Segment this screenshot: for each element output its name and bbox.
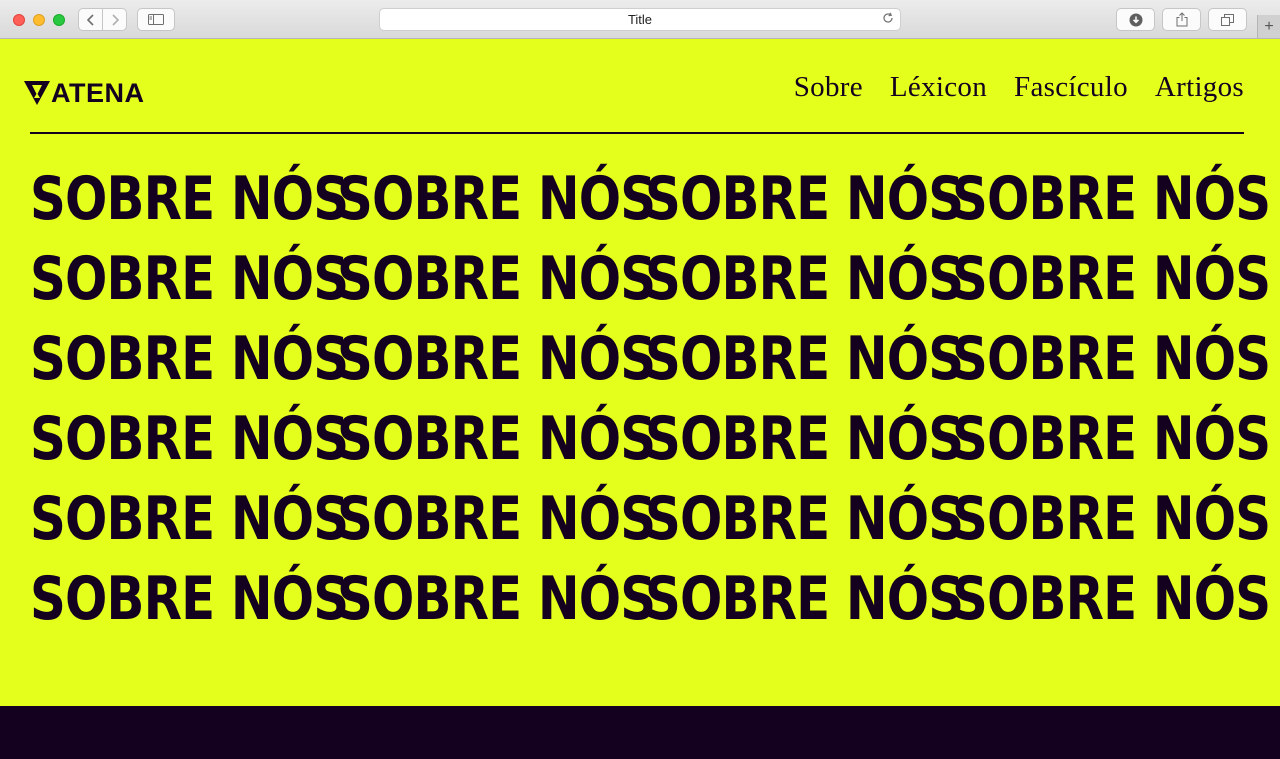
reload-icon[interactable] (882, 12, 894, 27)
hero-word: SOBRE NÓS (951, 564, 1271, 634)
hero-word: SOBRE NÓS (30, 404, 349, 474)
nav-item-artigos[interactable]: Artigos (1155, 71, 1244, 104)
tabs-icon (1221, 13, 1234, 26)
forward-button[interactable] (102, 8, 127, 31)
browser-toolbar: Title + (0, 0, 1280, 39)
hero-word: SOBRE NÓS (30, 244, 349, 314)
sidebar-icon (148, 14, 164, 25)
hero-word: SOBRE NÓS (337, 564, 656, 634)
back-button[interactable] (78, 8, 103, 31)
hero-word: SOBRE NÓS (951, 404, 1271, 474)
download-icon (1129, 13, 1142, 26)
hero-title: SOBRE NÓS SOBRE NÓS SOBRE NÓS SOBRE NÓS SOB… (30, 159, 1271, 639)
hero-word: SOBRE NÓS (951, 244, 1271, 314)
nav-item-lexicon[interactable]: Léxicon (890, 71, 987, 104)
footer-band (0, 706, 1280, 759)
hero-line: SOBRE NÓS SOBRE NÓS SOBRE NÓS SOBRE NÓS (30, 399, 1271, 479)
hero-line: SOBRE NÓS SOBRE NÓS SOBRE NÓS SOBRE NÓS (30, 559, 1271, 639)
hero-line: SOBRE NÓS SOBRE NÓS SOBRE NÓS SOBRE NÓS (30, 159, 1271, 239)
logo-mark-icon (24, 81, 50, 105)
hero-word: SOBRE NÓS (644, 404, 964, 474)
header-divider (30, 132, 1244, 134)
site-logo[interactable]: ATENA (24, 78, 145, 108)
hero-line: SOBRE NÓS SOBRE NÓS SOBRE NÓS SOBRE NÓS (30, 239, 1271, 319)
nav-item-fasciculo[interactable]: Fascículo (1014, 71, 1128, 104)
hero-word: SOBRE NÓS (644, 244, 964, 314)
hero-word: SOBRE NÓS (30, 324, 349, 394)
nav-item-sobre[interactable]: Sobre (794, 71, 863, 104)
hero-word: SOBRE NÓS (337, 164, 656, 234)
hero-word: SOBRE NÓS (337, 324, 656, 394)
hero-word: SOBRE NÓS (644, 564, 964, 634)
hero-word: SOBRE NÓS (337, 484, 656, 554)
hero-word: SOBRE NÓS (951, 324, 1271, 394)
minimize-window-button[interactable] (33, 14, 45, 26)
close-window-button[interactable] (13, 14, 25, 26)
maximize-window-button[interactable] (53, 14, 65, 26)
share-icon (1176, 12, 1187, 27)
hero-word: SOBRE NÓS (337, 244, 656, 314)
hero-word: SOBRE NÓS (644, 164, 964, 234)
hero-word: SOBRE NÓS (951, 164, 1271, 234)
sidebar-toggle-button[interactable] (137, 8, 175, 31)
page-content: ATENA Sobre Léxicon Fascículo Artigos SO… (0, 39, 1280, 706)
hero-word: SOBRE NÓS (644, 484, 964, 554)
share-button[interactable] (1162, 8, 1201, 31)
page-title: Title (627, 12, 653, 27)
hero-word: SOBRE NÓS (644, 324, 964, 394)
plus-icon: + (1264, 17, 1274, 35)
address-bar[interactable]: Title (379, 8, 901, 31)
hero-word: SOBRE NÓS (30, 564, 349, 634)
new-tab-button[interactable]: + (1257, 15, 1280, 38)
hero-word: SOBRE NÓS (30, 164, 349, 234)
downloads-button[interactable] (1116, 8, 1155, 31)
hero-line: SOBRE NÓS SOBRE NÓS SOBRE NÓS SOBRE NÓS (30, 479, 1271, 559)
hero-word: SOBRE NÓS (337, 404, 656, 474)
hero-line: SOBRE NÓS SOBRE NÓS SOBRE NÓS SOBRE NÓS (30, 319, 1271, 399)
chevron-right-icon (111, 13, 119, 26)
hero-word: SOBRE NÓS (951, 484, 1271, 554)
main-nav: Sobre Léxicon Fascículo Artigos (794, 71, 1244, 104)
hero-word: SOBRE NÓS (30, 484, 349, 554)
logo-text: ATENA (51, 78, 145, 108)
tab-overview-button[interactable] (1208, 8, 1247, 31)
chevron-left-icon (86, 13, 94, 26)
